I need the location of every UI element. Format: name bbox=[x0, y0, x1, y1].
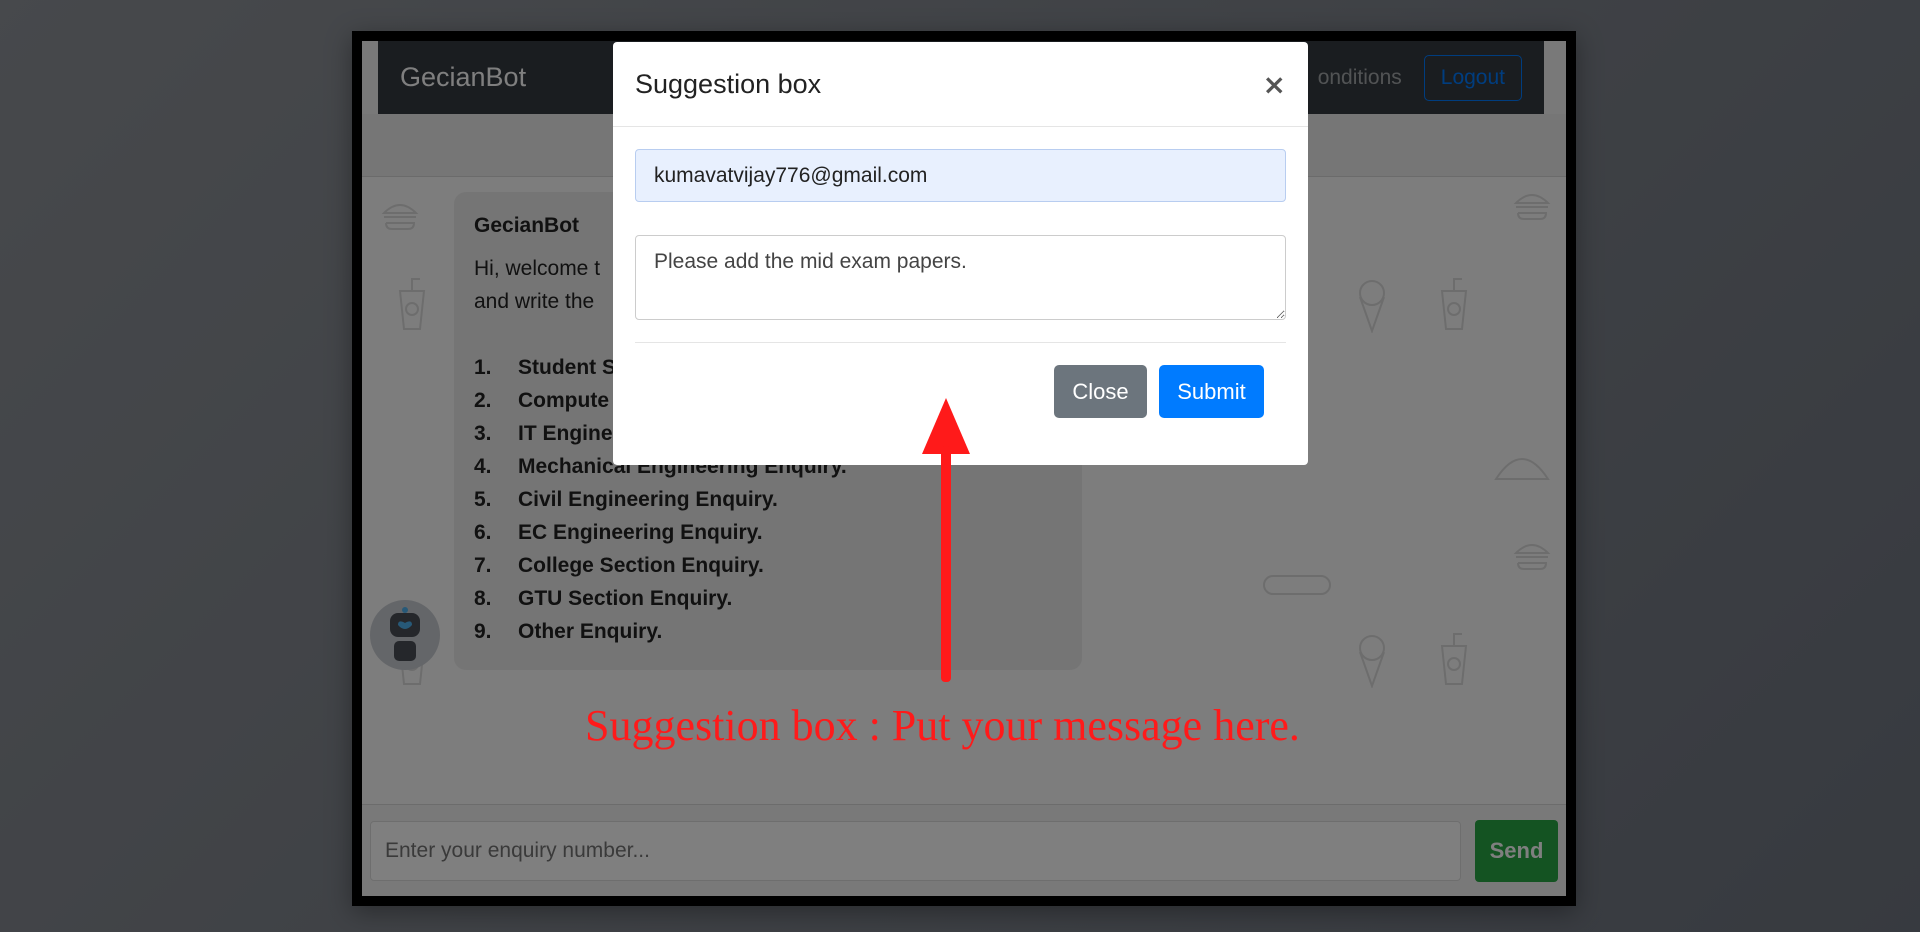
submit-button[interactable]: Submit bbox=[1159, 365, 1264, 418]
close-button[interactable]: Close bbox=[1054, 365, 1147, 418]
annotation-text: Suggestion box : Put your message here. bbox=[585, 701, 1300, 750]
annotation-arrow bbox=[922, 398, 970, 682]
modal-title: Suggestion box bbox=[635, 68, 822, 99]
modal-body: Please add the mid exam papers. bbox=[613, 127, 1308, 343]
modal-header: Suggestion box × bbox=[613, 42, 1308, 127]
close-icon[interactable]: × bbox=[1263, 68, 1286, 101]
suggestion-message-field[interactable]: Please add the mid exam papers. bbox=[635, 235, 1286, 320]
email-field[interactable] bbox=[635, 149, 1286, 202]
